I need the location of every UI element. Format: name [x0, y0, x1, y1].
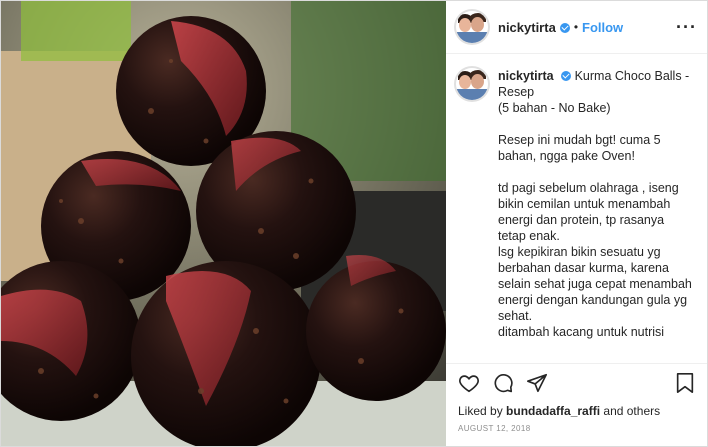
likes-prefix: Liked by	[458, 404, 503, 418]
verified-badge-icon	[559, 23, 570, 33]
share-icon[interactable]	[526, 372, 548, 394]
separator-dot: •	[573, 20, 579, 34]
username-link[interactable]: nickytirta	[498, 20, 556, 35]
caption-avatar[interactable]	[456, 68, 488, 100]
heart-icon[interactable]	[458, 372, 480, 394]
caption-body: nickytirta Kurma Choco Balls - Resep (5 b…	[498, 68, 695, 342]
caption-paragraph-2: td pagi sebelum olahraga , iseng bikin c…	[498, 181, 692, 342]
post-photo[interactable]	[1, 1, 446, 446]
bookmark-icon[interactable]	[675, 372, 695, 394]
comment-icon[interactable]	[492, 372, 514, 394]
avatar[interactable]	[456, 11, 488, 43]
chocolate-balls-image	[1, 1, 446, 446]
post-date[interactable]: AUGUST 12, 2018	[446, 420, 707, 446]
likes-suffix[interactable]: and others	[603, 404, 660, 418]
follow-button[interactable]: Follow	[582, 20, 623, 35]
verified-badge-icon	[560, 71, 571, 81]
post-sidebar: nickytirta • Follow ··· nickytirta Kurma …	[446, 1, 707, 446]
caption-username-link[interactable]: nickytirta	[498, 69, 554, 83]
instagram-post: nickytirta • Follow ··· nickytirta Kurma …	[0, 0, 708, 447]
action-bar	[446, 363, 707, 402]
liked-by-user-link[interactable]: bundadaffa_raffi	[506, 404, 600, 418]
likes-line: Liked by bundadaffa_raffi and others	[446, 402, 707, 420]
caption-area: nickytirta Kurma Choco Balls - Resep (5 b…	[446, 54, 707, 342]
more-options-icon[interactable]: ···	[676, 17, 697, 38]
post-header: nickytirta • Follow ···	[446, 1, 707, 54]
caption-paragraph-1: Resep ini mudah bgt! cuma 5 bahan, ngga …	[498, 133, 661, 163]
